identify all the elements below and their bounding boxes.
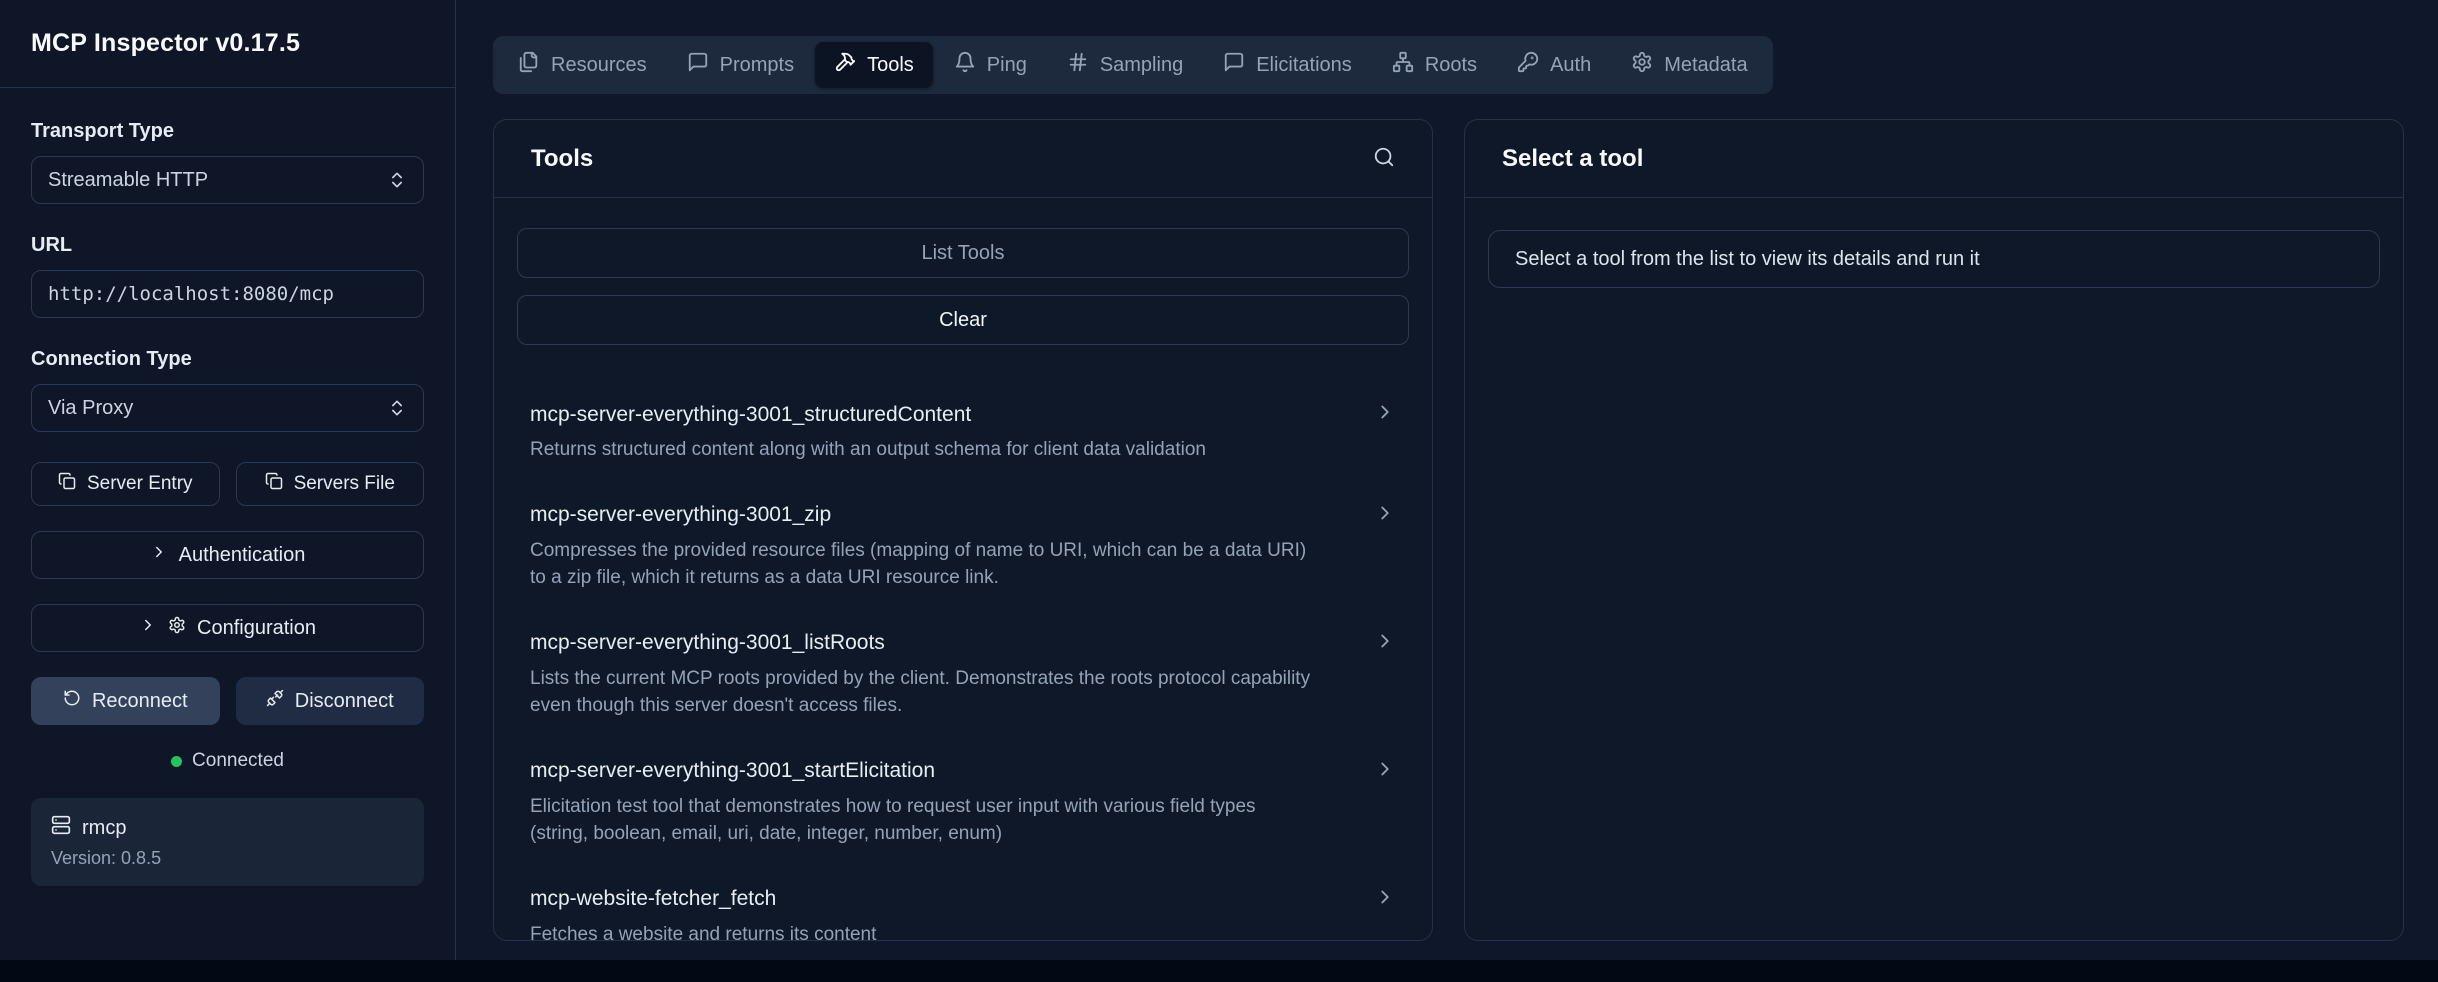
message-square-icon — [1223, 51, 1245, 79]
app-title: MCP Inspector v0.17.5 — [31, 29, 300, 58]
tool-detail-panel: Select a tool Select a tool from the lis… — [1464, 119, 2404, 941]
server-entry-button[interactable]: Server Entry — [31, 462, 220, 506]
connection-buttons-row: Reconnect Disconnect — [31, 677, 424, 725]
tool-list: mcp-server-everything-3001_structuredCon… — [517, 382, 1409, 940]
tool-list-item[interactable]: mcp-server-everything-3001_structuredCon… — [517, 382, 1409, 483]
chevron-right-icon — [1374, 886, 1396, 913]
detail-panel-title: Select a tool — [1502, 145, 1643, 173]
copy-icon — [58, 472, 76, 496]
tab-roots[interactable]: Roots — [1373, 42, 1496, 88]
configuration-button[interactable]: Configuration — [31, 604, 424, 652]
server-icon — [51, 815, 71, 841]
tool-list-item[interactable]: mcp-website-fetcher_fetch Fetches a webs… — [517, 867, 1409, 940]
nav-tabs: Resources Prompts Tools Ping Sampling El… — [493, 36, 1773, 94]
connection-type-field: Connection Type Via Proxy — [31, 348, 424, 432]
detail-panel-body: Select a tool from the list to view its … — [1465, 198, 2403, 318]
tools-panel-title: Tools — [531, 145, 593, 173]
tab-sampling[interactable]: Sampling — [1048, 42, 1202, 88]
url-label: URL — [31, 234, 424, 257]
tab-tools[interactable]: Tools — [815, 42, 933, 88]
hammer-icon — [834, 51, 856, 79]
server-info-card: rmcp Version: 0.8.5 — [31, 798, 424, 886]
chevron-right-icon — [1374, 758, 1396, 785]
message-square-icon — [687, 51, 709, 79]
tool-list-item[interactable]: mcp-server-everything-3001_listRoots Lis… — [517, 611, 1409, 739]
tool-name: mcp-website-fetcher_fetch — [530, 887, 776, 911]
list-tools-button[interactable]: List Tools — [517, 228, 1409, 278]
chevron-right-icon — [139, 616, 157, 640]
chevron-right-icon — [1374, 502, 1396, 529]
chevron-right-icon — [1374, 630, 1396, 657]
tool-name: mcp-server-everything-3001_structuredCon… — [530, 403, 971, 427]
connection-type-label: Connection Type — [31, 348, 424, 371]
tools-panel-body: List Tools Clear mcp-server-everything-3… — [494, 198, 1432, 940]
tab-resources[interactable]: Resources — [499, 42, 666, 88]
chevron-right-icon — [1374, 401, 1396, 428]
tool-description: Lists the current MCP roots provided by … — [530, 665, 1396, 720]
search-button[interactable] — [1373, 146, 1395, 171]
tools-panel-header: Tools — [494, 120, 1432, 198]
copy-icon — [265, 472, 283, 496]
search-icon — [1373, 146, 1395, 171]
entry-buttons-row: Server Entry Servers File — [31, 462, 424, 506]
reconnect-button[interactable]: Reconnect — [31, 677, 220, 725]
tools-panel: Tools List Tools Clear mcp-server-everyt… — [493, 119, 1433, 941]
tool-name: mcp-server-everything-3001_startElicitat… — [530, 759, 935, 783]
transport-type-select[interactable]: Streamable HTTP — [31, 156, 424, 204]
tool-description: Fetches a website and returns its conten… — [530, 921, 1396, 940]
files-icon — [518, 51, 540, 79]
transport-type-value: Streamable HTTP — [48, 169, 208, 192]
chevrons-up-down-icon — [387, 398, 407, 418]
tool-list-item[interactable]: mcp-server-everything-3001_startElicitat… — [517, 739, 1409, 867]
transport-type-field: Transport Type Streamable HTTP — [31, 120, 424, 204]
tab-prompts[interactable]: Prompts — [668, 42, 813, 88]
chevron-right-icon — [150, 543, 168, 567]
server-name: rmcp — [82, 817, 126, 840]
tool-list-item[interactable]: mcp-server-everything-3001_zip Compresse… — [517, 483, 1409, 611]
connection-type-value: Via Proxy — [48, 397, 133, 420]
hash-icon — [1067, 51, 1089, 79]
transport-type-label: Transport Type — [31, 120, 424, 143]
server-version: Version: 0.8.5 — [51, 848, 404, 869]
tool-placeholder-message: Select a tool from the list to view its … — [1488, 230, 2380, 288]
detail-panel-header: Select a tool — [1465, 120, 2403, 198]
network-icon — [1392, 51, 1414, 79]
authentication-button[interactable]: Authentication — [31, 531, 424, 579]
tool-name: mcp-server-everything-3001_listRoots — [530, 631, 885, 655]
sidebar-body: Transport Type Streamable HTTP URL Conne… — [0, 88, 455, 918]
servers-file-button[interactable]: Servers File — [236, 462, 425, 506]
connection-type-select[interactable]: Via Proxy — [31, 384, 424, 432]
app-window: MCP Inspector v0.17.5 Transport Type Str… — [0, 0, 2438, 960]
tool-description: Compresses the provided resource files (… — [530, 537, 1396, 592]
gear-icon — [168, 616, 186, 640]
sidebar: MCP Inspector v0.17.5 Transport Type Str… — [0, 0, 456, 960]
gear-icon — [1631, 51, 1653, 79]
key-icon — [1517, 51, 1539, 79]
tab-metadata[interactable]: Metadata — [1612, 42, 1766, 88]
tab-auth[interactable]: Auth — [1498, 42, 1610, 88]
disconnect-button[interactable]: Disconnect — [236, 677, 425, 725]
tab-ping[interactable]: Ping — [935, 42, 1046, 88]
connection-status: Connected — [31, 750, 424, 772]
chevrons-up-down-icon — [387, 170, 407, 190]
tool-name: mcp-server-everything-3001_zip — [530, 503, 831, 527]
rotate-ccw-icon — [63, 689, 81, 713]
clear-button[interactable]: Clear — [517, 295, 1409, 345]
content-panels: Tools List Tools Clear mcp-server-everyt… — [493, 119, 2404, 941]
tool-description: Elicitation test tool that demonstrates … — [530, 793, 1396, 848]
bell-icon — [954, 51, 976, 79]
tab-elicitations[interactable]: Elicitations — [1204, 42, 1371, 88]
main-area: Resources Prompts Tools Ping Sampling El… — [456, 0, 2438, 960]
sidebar-header: MCP Inspector v0.17.5 — [0, 0, 455, 88]
url-field: URL — [31, 234, 424, 318]
unplug-icon — [266, 689, 284, 713]
status-label: Connected — [192, 750, 284, 772]
url-input[interactable] — [31, 270, 424, 318]
status-dot-icon — [171, 756, 182, 767]
tool-description: Returns structured content along with an… — [530, 436, 1396, 464]
